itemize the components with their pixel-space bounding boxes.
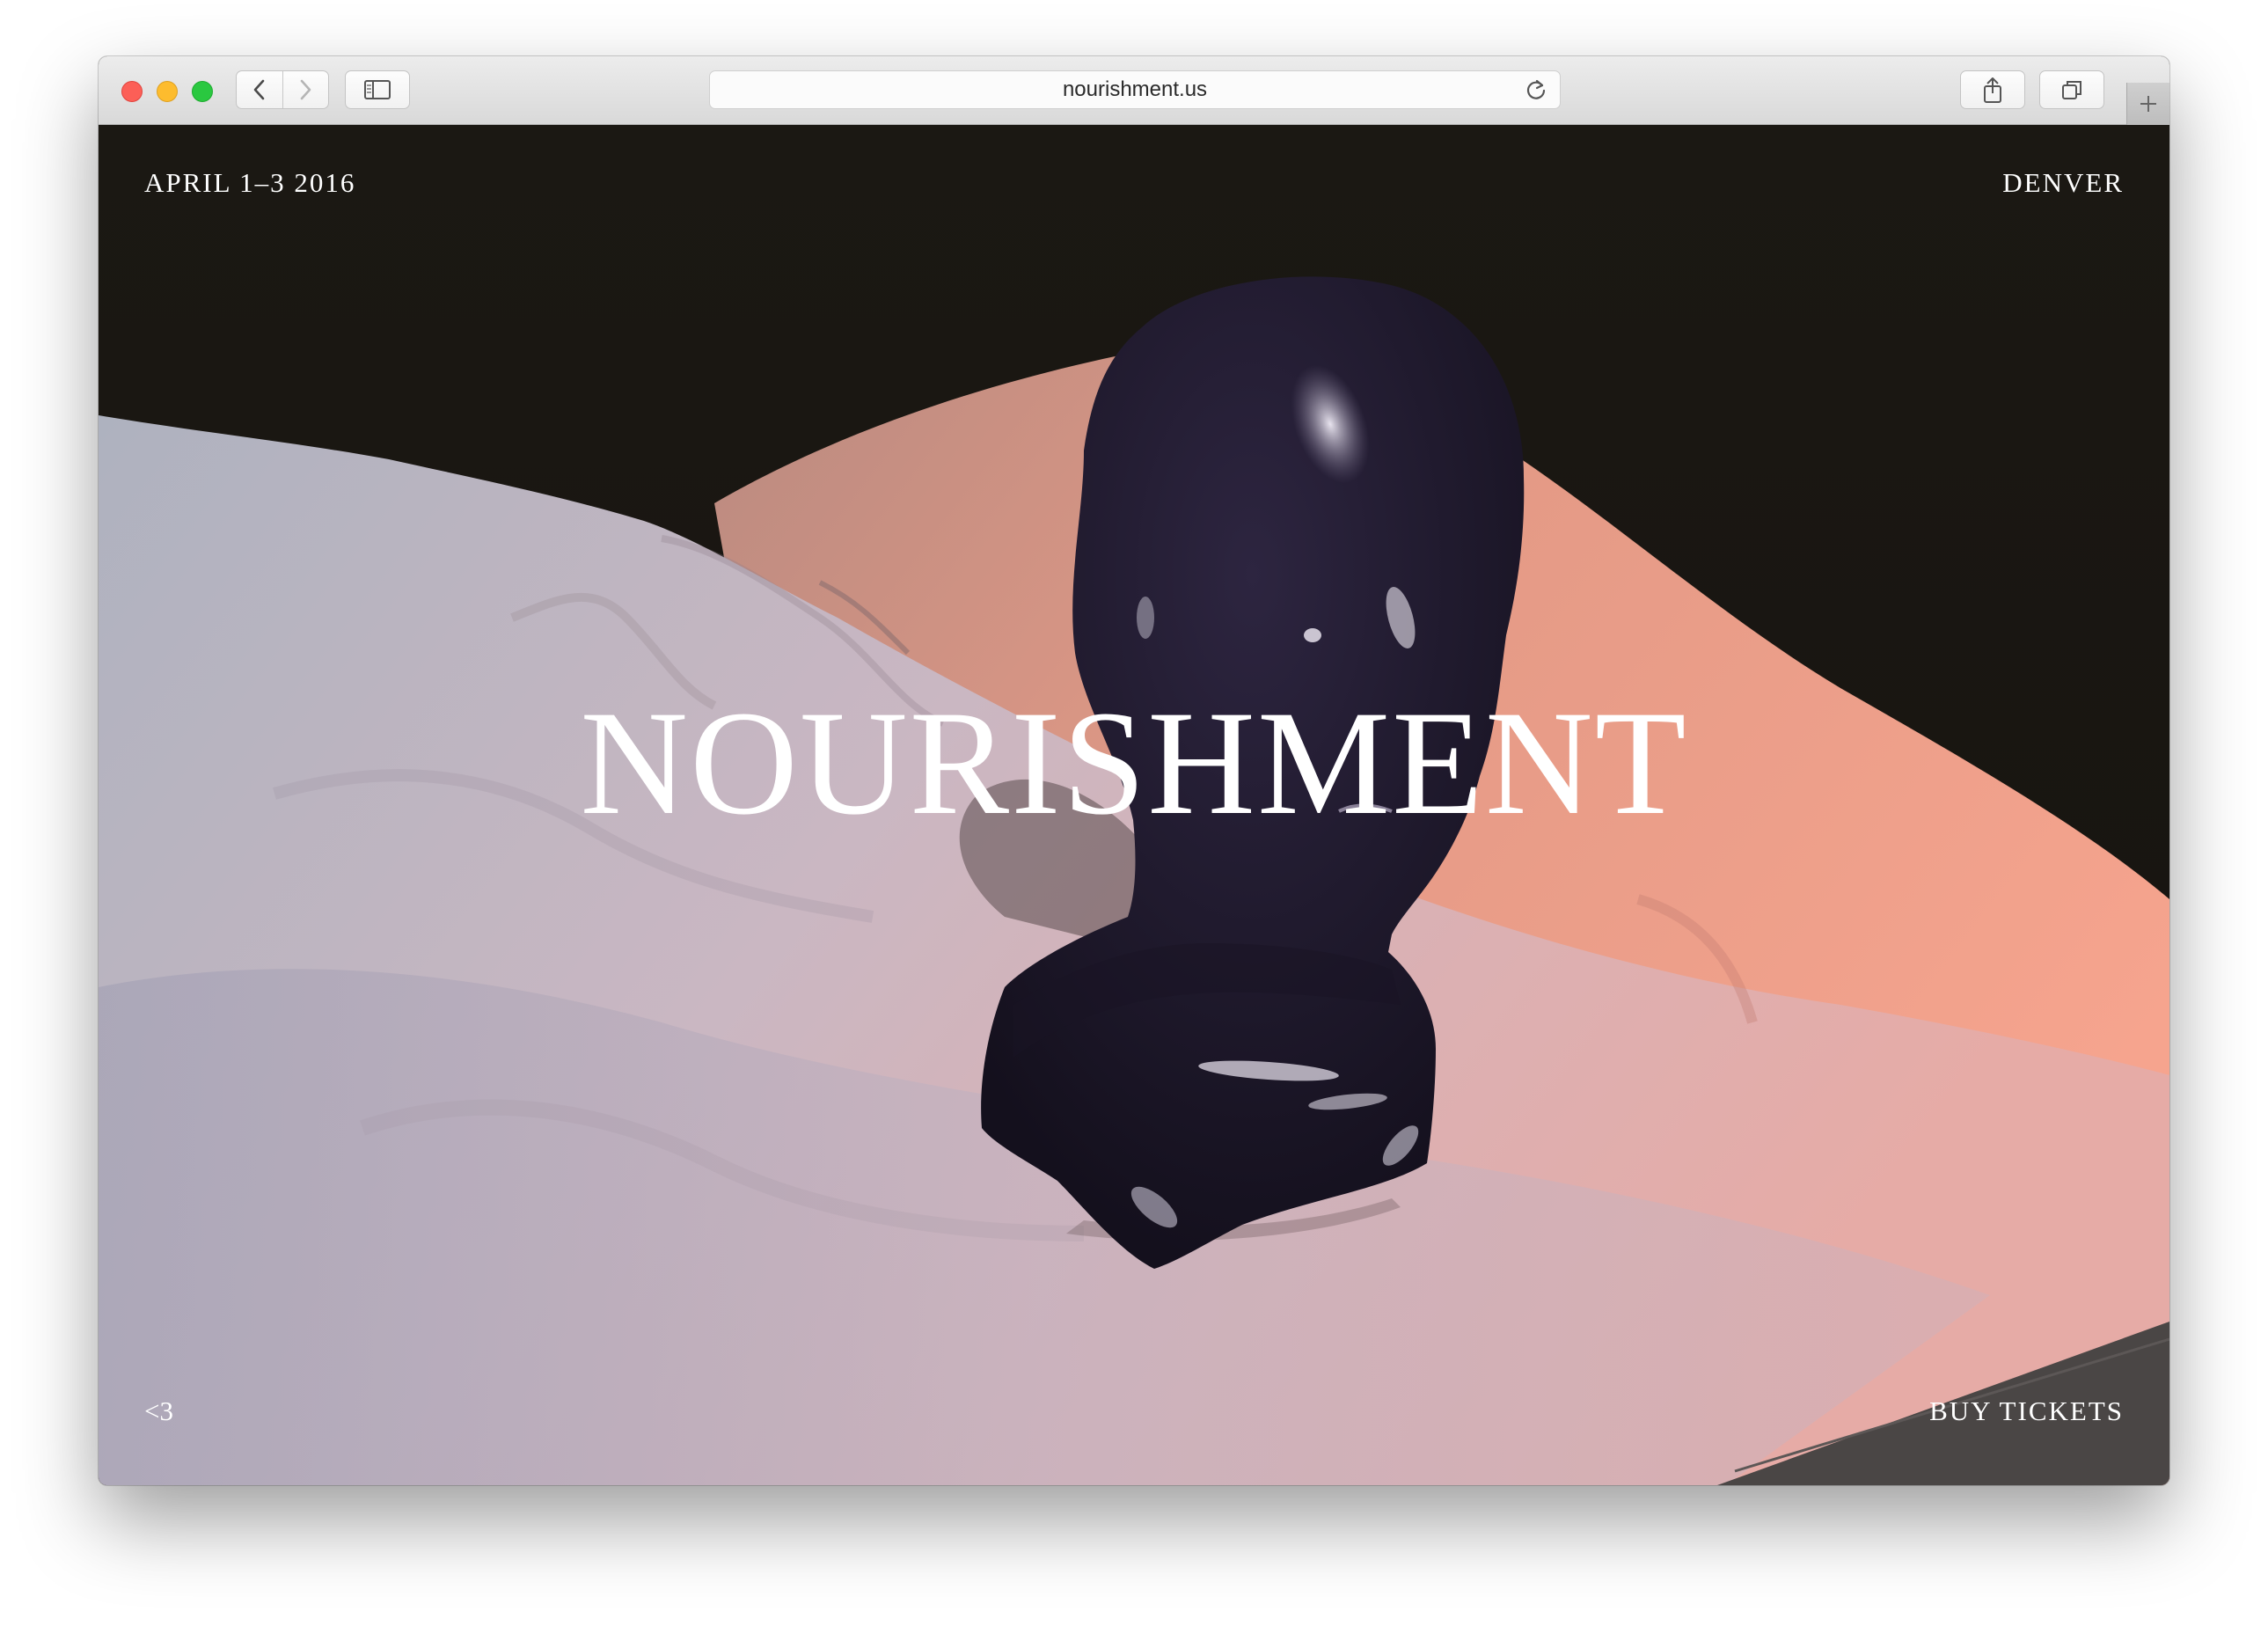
navigation-buttons	[236, 70, 329, 109]
back-button[interactable]	[237, 71, 282, 108]
tabs-button[interactable]	[2039, 70, 2104, 109]
share-button[interactable]	[1960, 70, 2025, 109]
reload-icon[interactable]	[1525, 78, 1547, 101]
forward-button[interactable]	[282, 71, 328, 108]
address-bar[interactable]: nourishment.us	[709, 70, 1561, 109]
browser-toolbar: nourishment.us	[99, 56, 2169, 125]
chevron-right-icon	[300, 79, 311, 100]
sidebar-icon	[364, 80, 391, 99]
sidebar-button[interactable]	[345, 70, 410, 109]
close-window-button[interactable]	[121, 81, 143, 102]
browser-window: nourishment.us APRIL 1–3 2016 DENVER NOU…	[99, 56, 2169, 1485]
url-text: nourishment.us	[1062, 77, 1208, 101]
heart-link[interactable]: <3	[144, 1395, 173, 1427]
chevron-left-icon	[253, 79, 265, 100]
page-title: NOURISHMENT	[580, 680, 1688, 846]
maximize-window-button[interactable]	[192, 81, 213, 102]
new-tab-button[interactable]	[2126, 83, 2169, 125]
buy-tickets-link[interactable]: BUY TICKETS	[1929, 1395, 2124, 1427]
minimize-window-button[interactable]	[157, 81, 178, 102]
event-date: APRIL 1–3 2016	[144, 167, 356, 198]
share-icon	[1984, 77, 2001, 103]
plus-icon	[2140, 96, 2156, 112]
page-content: APRIL 1–3 2016 DENVER NOURISHMENT <3 BUY…	[99, 125, 2169, 1485]
event-city: DENVER	[2002, 167, 2124, 198]
tabs-icon	[2062, 81, 2081, 99]
